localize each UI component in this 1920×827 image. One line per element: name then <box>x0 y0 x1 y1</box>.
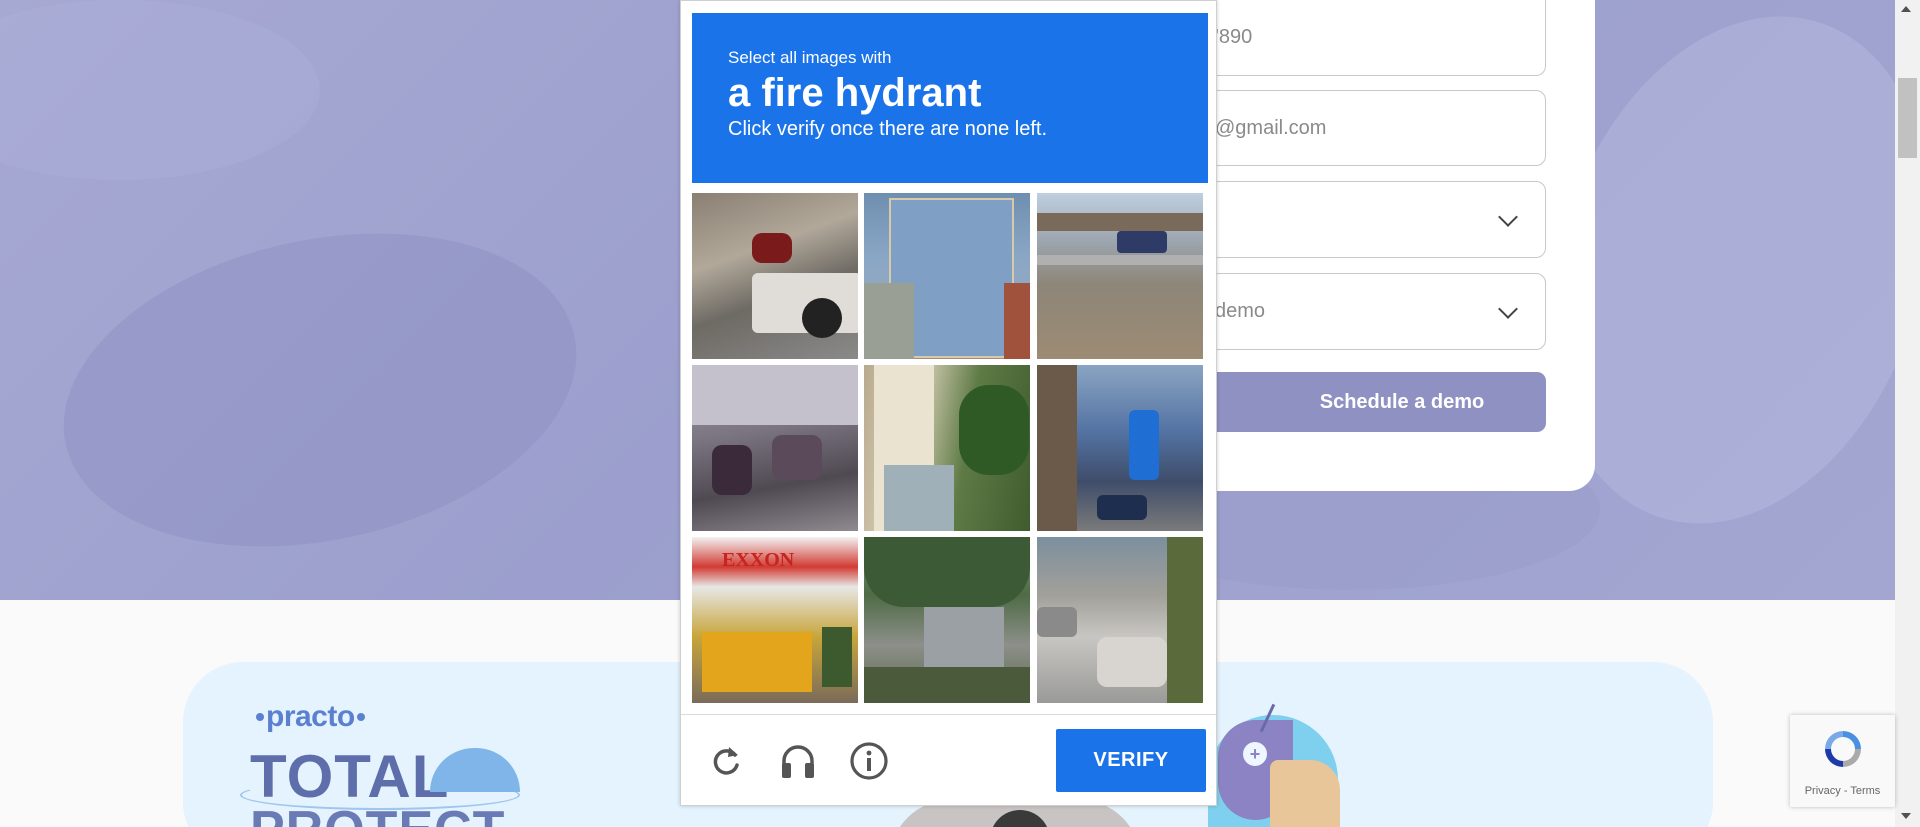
chevron-down-icon <box>1498 298 1518 319</box>
select-field-one[interactable] <box>1190 181 1546 258</box>
captcha-tile[interactable] <box>864 537 1030 703</box>
reload-icon[interactable] <box>706 739 746 783</box>
select-field-two-value: demo <box>1215 300 1266 322</box>
captcha-tile[interactable] <box>864 365 1030 531</box>
verify-button[interactable]: VERIFY <box>1056 729 1206 792</box>
background-shape <box>0 0 320 180</box>
captcha-select-text: Select all images with <box>728 48 892 67</box>
captcha-tile[interactable] <box>864 193 1030 359</box>
schedule-demo-button[interactable]: Schedule a demo <box>1190 372 1546 432</box>
captcha-header: Select all images with a fire hydrant Cl… <box>692 13 1208 183</box>
email-field[interactable]: @gmail.com <box>1190 90 1546 166</box>
background-shape <box>34 189 606 591</box>
practo-logo: practo <box>254 700 367 734</box>
info-icon[interactable] <box>849 739 889 783</box>
chevron-down-icon <box>1498 206 1518 227</box>
captcha-tile[interactable] <box>1037 537 1203 703</box>
captcha-divider <box>681 714 1216 715</box>
phone-field[interactable]: '890 <box>1190 0 1546 76</box>
recaptcha-logo-icon <box>1825 731 1861 767</box>
scroll-up-arrow-icon[interactable] <box>1901 6 1911 12</box>
privacy-link[interactable]: Privacy <box>1805 785 1841 797</box>
phone-field-value: '890 <box>1215 26 1253 48</box>
captcha-tile[interactable]: EXXON <box>692 537 858 703</box>
captcha-tile[interactable] <box>692 365 858 531</box>
headphones-glyph <box>782 745 814 778</box>
logo-dot <box>256 713 264 721</box>
product-title-line2: PROTECT <box>250 800 505 827</box>
plus-icon: + <box>1243 742 1267 766</box>
scrollbar-thumb[interactable] <box>1898 78 1917 158</box>
captcha-tile[interactable] <box>692 193 858 359</box>
link-separator: - <box>1840 785 1851 797</box>
captcha-instruction: Click verify once there are none left. <box>728 118 1048 140</box>
info-glyph <box>850 742 888 780</box>
bag-illustration <box>1270 760 1340 827</box>
logo-dot <box>356 713 365 721</box>
recaptcha-badge[interactable]: Privacy - Terms <box>1790 715 1895 807</box>
captcha-target: a fire hydrant <box>728 71 982 115</box>
reload-glyph <box>713 747 739 775</box>
practo-logo-text: practo <box>266 700 355 733</box>
email-field-value: @gmail.com <box>1215 116 1327 139</box>
scroll-down-arrow-icon[interactable] <box>1901 813 1911 819</box>
terms-link[interactable]: Terms <box>1850 785 1880 797</box>
captcha-tile[interactable] <box>1037 193 1203 359</box>
recaptcha-links: Privacy - Terms <box>1790 785 1895 797</box>
captcha-tile[interactable] <box>1037 365 1203 531</box>
select-field-two[interactable]: demo <box>1190 273 1546 350</box>
captcha-challenge: Select all images with a fire hydrant Cl… <box>680 0 1217 806</box>
audio-icon[interactable] <box>778 739 818 783</box>
